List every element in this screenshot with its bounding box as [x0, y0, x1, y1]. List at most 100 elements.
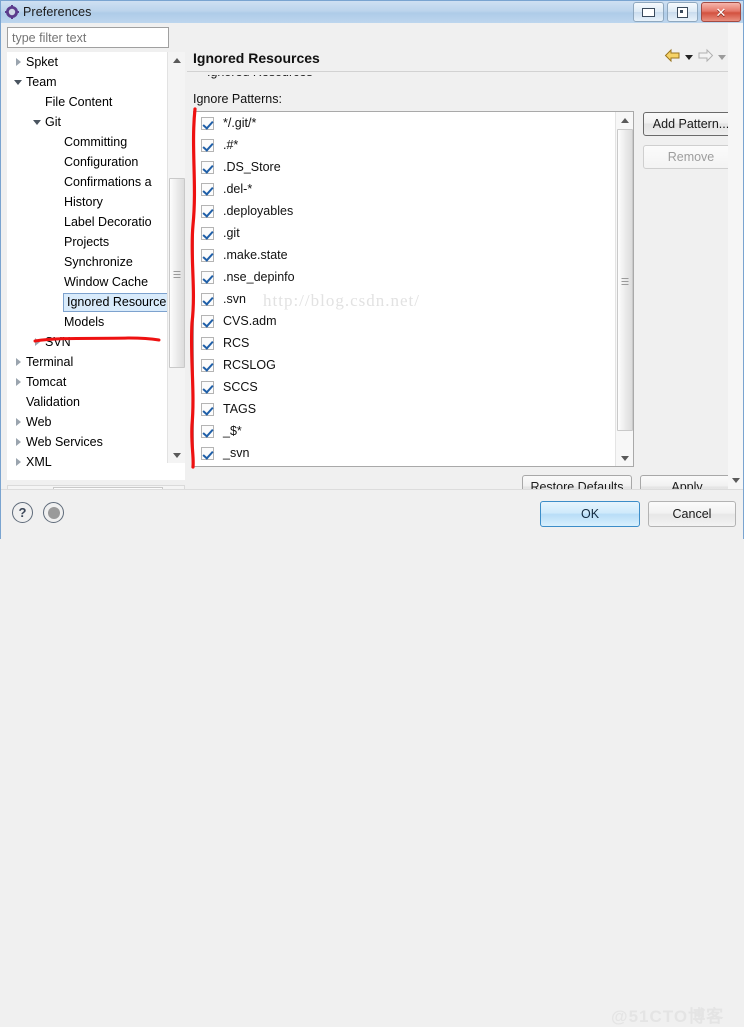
pattern-row[interactable]: TAGS — [194, 398, 633, 420]
chevron-down-icon[interactable] — [30, 119, 44, 125]
tree-item-synchronize[interactable]: Synchronize — [7, 252, 167, 272]
tree-scroll-down-button[interactable] — [168, 447, 185, 463]
pattern-row[interactable]: .DS_Store — [194, 156, 633, 178]
pattern-row[interactable]: SCCS — [194, 376, 633, 398]
ignore-patterns-list[interactable]: */.git/* .#* .DS_Store .del-* .deployables .g… — [193, 111, 634, 467]
pattern-checkbox[interactable] — [201, 138, 214, 152]
tree-item-web-services[interactable]: Web Services — [7, 432, 167, 452]
close-button[interactable]: ✕ — [701, 2, 741, 22]
pattern-checkbox[interactable] — [201, 380, 214, 394]
tree-item-configuration[interactable]: Configuration — [7, 152, 167, 172]
tree-item-xml[interactable]: XML — [7, 452, 167, 472]
chevron-right-icon[interactable] — [11, 458, 25, 466]
page-scroll-down-button[interactable] — [728, 473, 743, 487]
tree-item-file-content[interactable]: File Content — [7, 92, 167, 112]
back-dropdown-icon[interactable] — [685, 54, 693, 60]
minimize-button[interactable] — [633, 2, 664, 22]
list-scroll-down-button[interactable] — [616, 450, 633, 466]
pattern-row[interactable]: _$* — [194, 420, 633, 442]
list-scroll-up-button[interactable] — [616, 112, 633, 128]
pattern-row[interactable]: .del-* — [194, 178, 633, 200]
pattern-row[interactable]: .nse_depinfo — [194, 266, 633, 288]
scroll-grip-icon — [173, 269, 181, 280]
pattern-row[interactable]: _svn — [194, 442, 633, 464]
tree-item-validation[interactable]: Validation — [7, 392, 167, 412]
tree-item-svn[interactable]: SVN — [7, 332, 167, 352]
tree-item-projects[interactable]: Projects — [7, 232, 167, 252]
tree-item-spket[interactable]: Spket — [7, 52, 167, 72]
status-dot-icon[interactable] — [43, 502, 64, 523]
title-bar: Preferences ✕ — [1, 1, 743, 23]
tree-item-models[interactable]: Models — [7, 312, 167, 332]
tree-item-label: Projects — [64, 235, 110, 249]
pattern-checkbox[interactable] — [201, 446, 214, 460]
pattern-label: CVS.adm — [223, 314, 277, 328]
pattern-row[interactable]: .git — [194, 222, 633, 244]
pattern-checkbox[interactable] — [201, 226, 214, 240]
tree-item-ignored-resource[interactable]: Ignored Resource — [7, 292, 171, 312]
cancel-button[interactable]: Cancel — [648, 501, 736, 527]
pattern-row[interactable]: .#* — [194, 134, 633, 156]
minimize-icon — [642, 7, 655, 17]
add-pattern-button[interactable]: Add Pattern... — [643, 112, 739, 136]
list-scroll-thumb[interactable] — [617, 129, 633, 431]
list-vertical-scrollbar[interactable] — [615, 112, 633, 466]
tree-item-web[interactable]: Web — [7, 412, 167, 432]
tree-item-terminal[interactable]: Terminal — [7, 352, 167, 372]
tree-item-team[interactable]: Team — [7, 72, 167, 92]
pattern-checkbox[interactable] — [201, 204, 214, 218]
pattern-label: .svn — [223, 292, 246, 306]
chevron-right-icon[interactable] — [30, 338, 44, 346]
ok-button[interactable]: OK — [540, 501, 640, 527]
chevron-right-icon[interactable] — [11, 358, 25, 366]
pattern-checkbox[interactable] — [201, 336, 214, 350]
pattern-row[interactable]: */.git/* — [194, 112, 633, 134]
tree-item-label: Committing — [64, 135, 128, 149]
pattern-checkbox[interactable] — [201, 358, 214, 372]
tree-vertical-scrollbar[interactable] — [167, 52, 185, 463]
chevron-right-icon[interactable] — [11, 378, 25, 386]
chevron-right-icon[interactable] — [11, 438, 25, 446]
pattern-row[interactable]: CVS.adm — [194, 310, 633, 332]
filter-input[interactable] — [7, 27, 169, 48]
pattern-checkbox[interactable] — [201, 248, 214, 262]
close-icon: ✕ — [715, 4, 727, 20]
maximize-button[interactable] — [667, 2, 698, 22]
tree-item-label: Terminal — [26, 355, 74, 369]
tree-item-tomcat[interactable]: Tomcat — [7, 372, 167, 392]
pattern-checkbox[interactable] — [201, 270, 214, 284]
pattern-checkbox[interactable] — [201, 116, 214, 130]
pattern-checkbox[interactable] — [201, 160, 214, 174]
pattern-label: RCS — [223, 336, 250, 350]
help-icon[interactable]: ? — [12, 502, 33, 523]
page-title: Ignored Resources — [193, 50, 320, 66]
tree-item-committing[interactable]: Committing — [7, 132, 167, 152]
pattern-row[interactable]: RCSLOG — [194, 354, 633, 376]
chevron-right-icon[interactable] — [11, 58, 25, 66]
chevron-down-icon[interactable] — [11, 79, 25, 85]
pattern-checkbox[interactable] — [201, 292, 214, 306]
page-vertical-scrollbar[interactable] — [728, 23, 743, 489]
pattern-checkbox[interactable] — [201, 424, 214, 438]
pattern-checkbox[interactable] — [201, 402, 214, 416]
pattern-row[interactable]: .deployables — [194, 200, 633, 222]
tree-item-history[interactable]: History — [7, 192, 167, 212]
tree-scroll-thumb[interactable] — [169, 178, 185, 368]
watermark-blog: http://blog.csdn.net/ — [263, 291, 420, 310]
preferences-tree[interactable]: Spket Team File Content Git Committing Config… — [7, 52, 185, 480]
chevron-right-icon[interactable] — [11, 418, 25, 426]
tree-item-window-cache[interactable]: Window Cache — [7, 272, 167, 292]
tree-scroll-up-button[interactable] — [168, 52, 185, 68]
pattern-label: .git — [223, 226, 240, 240]
tree-item-git[interactable]: Git — [7, 112, 167, 132]
pattern-label: .del-* — [223, 182, 253, 196]
tree-item-label: Spket — [26, 55, 58, 69]
remove-button: Remove — [643, 145, 739, 169]
tree-item-label-decoratio[interactable]: Label Decoratio — [7, 212, 167, 232]
tree-item-confirmations-a[interactable]: Confirmations a — [7, 172, 167, 192]
pattern-row[interactable]: RCS — [194, 332, 633, 354]
pattern-row[interactable]: .make.state — [194, 244, 633, 266]
back-arrow-icon[interactable] — [664, 48, 681, 66]
pattern-checkbox[interactable] — [201, 182, 214, 196]
pattern-checkbox[interactable] — [201, 314, 214, 328]
